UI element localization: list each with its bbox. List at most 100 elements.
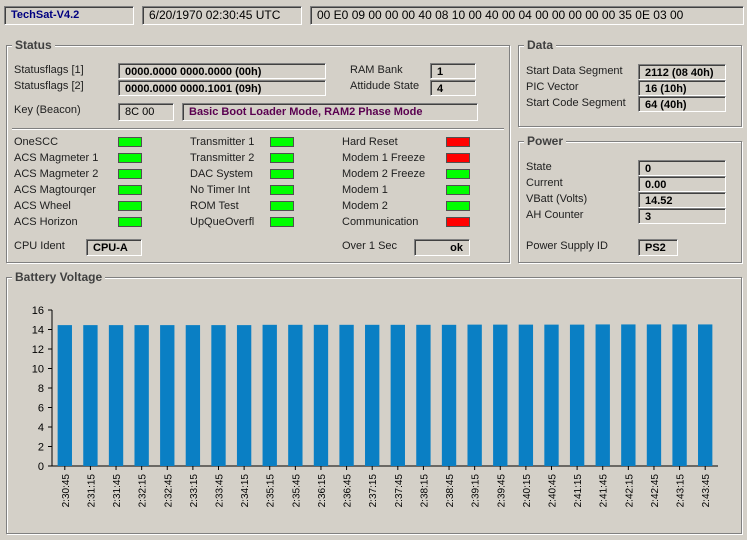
x-tick-label: 2:38:45 (445, 474, 456, 508)
y-tick-label: 6 (38, 403, 44, 415)
bar (211, 325, 226, 466)
indicator-led (270, 137, 294, 147)
bar (569, 324, 585, 466)
indicator-led (118, 185, 142, 195)
psu-id-value: PS2 (638, 239, 678, 256)
indicator-led (270, 153, 294, 163)
indicator-label: Transmitter 1 (190, 136, 255, 148)
attitude-state-value: 4 (430, 80, 476, 96)
bar (365, 324, 380, 466)
statusflags2-label: Statusflags [2] (14, 80, 84, 92)
indicator-label: OneSCC (14, 136, 59, 148)
indicator-label: Modem 1 Freeze (342, 152, 426, 164)
indicator-led (270, 217, 294, 227)
x-tick-label: 2:41:45 (599, 474, 610, 508)
bar (416, 324, 431, 466)
bar (288, 324, 303, 466)
current-value: 0.00 (638, 176, 726, 192)
x-tick-label: 2:30:45 (61, 474, 72, 508)
indicator-led (118, 169, 142, 179)
bar (83, 325, 98, 466)
bar (390, 324, 405, 466)
y-tick-label: 10 (32, 364, 44, 376)
bar (236, 325, 252, 466)
x-tick-label: 2:43:45 (701, 474, 712, 508)
data-group-title: Data (524, 39, 557, 52)
indicator-label: No Timer Int (190, 184, 250, 196)
indicator-led (446, 169, 470, 179)
bar (160, 325, 175, 466)
x-tick-label: 2:41:15 (573, 474, 584, 508)
x-tick-label: 2:31:45 (112, 474, 123, 508)
hexdump-field: 00 E0 09 00 00 00 40 08 10 00 40 00 04 0… (310, 6, 744, 25)
y-tick-label: 8 (38, 383, 44, 395)
statusflags2-value: 0000.0000 0000.1001 (09h) (118, 80, 326, 96)
bar (467, 324, 482, 466)
chart-title: Battery Voltage (12, 271, 106, 284)
attitude-state-label: Attidude State (350, 80, 420, 92)
indicator-label: ACS Magmeter 2 (14, 168, 99, 180)
indicator-led (118, 201, 142, 211)
indicator-led (446, 217, 470, 227)
statusflags1-label: Statusflags [1] (14, 64, 84, 76)
y-tick-label: 12 (32, 344, 44, 356)
indicator-label: UpQueOverfl (190, 216, 255, 228)
indicator-label: Communication (342, 216, 419, 228)
current-label: Current (526, 177, 563, 189)
indicator-led (270, 201, 294, 211)
y-tick-label: 2 (38, 442, 44, 454)
x-tick-label: 2:36:45 (343, 474, 354, 508)
bar (518, 324, 534, 466)
indicator-led (118, 153, 142, 163)
x-tick-label: 2:39:15 (471, 474, 482, 508)
indicator-led (446, 137, 470, 147)
key-beacon-value: 8C 00 (118, 103, 174, 121)
bar (698, 324, 713, 466)
over-1-sec-label: Over 1 Sec (342, 240, 398, 252)
statusflags1-value: 0000.0000 0000.0000 (00h) (118, 63, 326, 79)
x-tick-label: 2:31:15 (86, 474, 97, 508)
bar (134, 325, 149, 466)
bar (108, 325, 124, 466)
indicator-led (270, 185, 294, 195)
bar (544, 324, 559, 466)
power-group-title: Power (524, 135, 567, 148)
power-state-value: 0 (638, 160, 726, 176)
x-tick-label: 2:38:15 (419, 474, 430, 508)
ah-counter-value: 3 (638, 208, 726, 224)
datetime-field: 6/20/1970 02:30:45 UTC (142, 6, 302, 25)
key-beacon-label: Key (Beacon) (14, 104, 81, 116)
bar (595, 324, 610, 466)
x-tick-label: 2:33:15 (189, 474, 200, 508)
x-tick-label: 2:32:15 (138, 474, 149, 508)
start-code-segment-label: Start Code Segment (526, 97, 626, 109)
y-tick-label: 14 (32, 325, 44, 337)
x-tick-label: 2:37:45 (394, 474, 405, 508)
bar (57, 325, 72, 466)
status-separator (12, 128, 504, 130)
x-tick-label: 2:42:45 (650, 474, 661, 508)
app-title-field: TechSat-V4.2 (4, 6, 134, 25)
psu-id-label: Power Supply ID (526, 240, 608, 252)
ram-bank-label: RAM Bank (350, 64, 403, 76)
bar (185, 325, 201, 466)
y-tick-label: 0 (38, 461, 44, 473)
bar (339, 324, 354, 466)
x-tick-label: 2:36:15 (317, 474, 328, 508)
y-tick-label: 4 (38, 422, 44, 434)
indicator-led (118, 137, 142, 147)
bar (672, 324, 687, 466)
pic-vector-value: 16 (10h) (638, 80, 726, 96)
indicator-label: DAC System (190, 168, 253, 180)
bar (646, 324, 662, 466)
indicator-label: Hard Reset (342, 136, 398, 148)
indicator-led (270, 169, 294, 179)
x-tick-label: 2:34:15 (240, 474, 251, 508)
x-tick-label: 2:32:45 (163, 474, 174, 508)
ah-counter-label: AH Counter (526, 209, 584, 221)
x-tick-label: 2:39:45 (496, 474, 507, 508)
status-group-title: Status (12, 39, 55, 52)
bar (262, 324, 277, 466)
x-tick-label: 2:40:45 (548, 474, 559, 508)
vbatt-label: VBatt (Volts) (526, 193, 588, 205)
